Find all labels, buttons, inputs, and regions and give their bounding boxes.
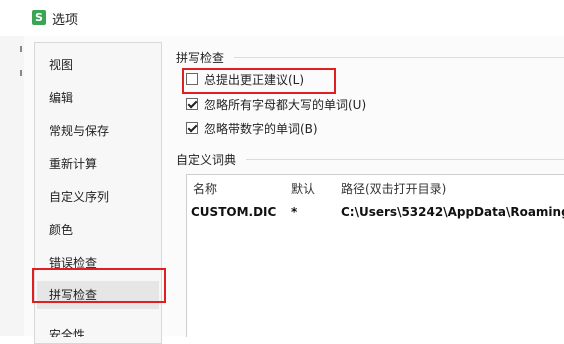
column-header-default[interactable]: 默认 [291, 180, 315, 197]
custom-dictionary-section-title: 自定义词典 [176, 151, 241, 168]
edge-tick [20, 46, 22, 52]
ignore-uppercase-checkbox[interactable] [186, 98, 198, 110]
option-highlight-box [182, 68, 336, 94]
wps-spreadsheet-icon: S [32, 10, 46, 25]
ignore-uppercase-label: 忽略所有字母都大写的单词(U) [204, 98, 367, 112]
edge-tick [20, 70, 22, 76]
section-divider [234, 57, 564, 58]
dictionary-name-cell[interactable]: CUSTOM.DIC [191, 205, 276, 219]
nav-highlight-box [32, 268, 166, 303]
nav-item-security[interactable]: 安全性 [37, 321, 159, 337]
background-window-edge [0, 36, 24, 336]
spell-check-section-title: 拼写检查 [176, 49, 229, 66]
nav-item-recalculate[interactable]: 重新计算 [37, 150, 159, 178]
dictionary-path-cell[interactable]: C:\Users\53242\AppData\Roaming [341, 205, 564, 219]
nav-item-general-save[interactable]: 常规与保存 [37, 117, 159, 145]
title-bar: S 选项 [0, 0, 564, 37]
window-title: 选项 [52, 13, 79, 28]
options-dialog: 视图 编辑 常规与保存 重新计算 自定义序列 颜色 错误检查 拼写检查 安全性 … [24, 36, 564, 344]
dictionary-default-cell[interactable]: * [291, 205, 297, 219]
section-divider [246, 159, 564, 160]
ignore-numbers-checkbox[interactable] [186, 122, 198, 134]
ignore-numbers-label: 忽略带数字的单词(B) [204, 122, 318, 136]
dictionary-table: 名称 默认 路径(双击打开目录) CUSTOM.DIC * C:\Users\5… [186, 174, 564, 337]
column-header-name[interactable]: 名称 [193, 180, 217, 197]
nav-item-edit[interactable]: 编辑 [37, 84, 159, 112]
column-header-path[interactable]: 路径(双击打开目录) [341, 180, 446, 197]
nav-item-custom-lists[interactable]: 自定义序列 [37, 183, 159, 211]
nav-item-color[interactable]: 颜色 [37, 216, 159, 244]
nav-item-view[interactable]: 视图 [37, 51, 159, 79]
